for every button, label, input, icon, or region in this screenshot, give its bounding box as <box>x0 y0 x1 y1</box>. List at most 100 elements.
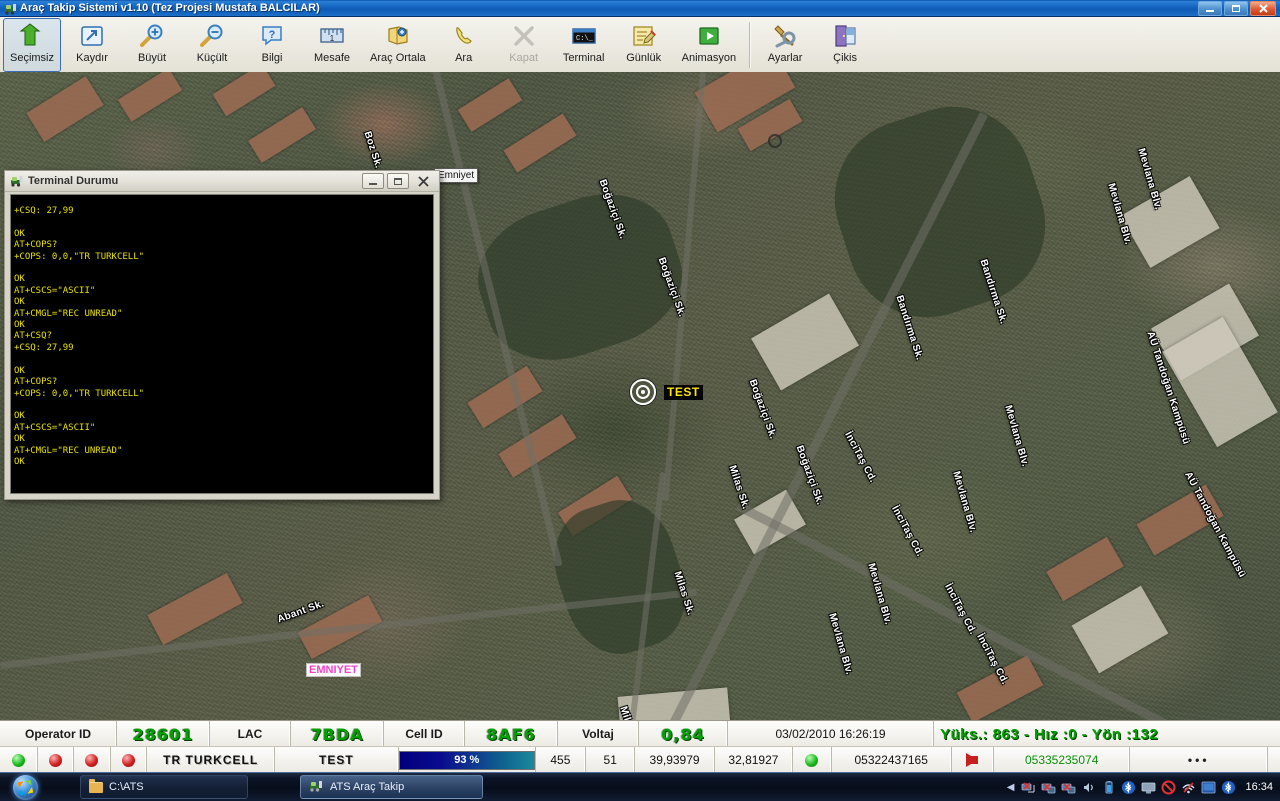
network-disconnected-icon[interactable] <box>1021 780 1036 795</box>
toolbar-button-arac-ortala[interactable]: Araç Ortala <box>363 18 433 72</box>
status-spare-cell <box>1268 747 1280 773</box>
vehicle-marker-target[interactable] <box>630 379 656 405</box>
display-icon[interactable] <box>1201 780 1216 795</box>
value-num2: 51 <box>586 747 636 773</box>
toolbar-button-gunluk[interactable]: Günlük <box>615 18 673 72</box>
windows-start-orb-icon <box>12 774 38 800</box>
led-indicator-2 <box>38 747 75 773</box>
system-tray: ◀ 16:34 <box>1007 780 1280 795</box>
hangup-icon <box>511 21 537 51</box>
more-options-cell[interactable]: ••• <box>1130 747 1268 773</box>
battery-icon[interactable] <box>1101 780 1116 795</box>
network-disconnected-icon[interactable] <box>1061 780 1076 795</box>
toolbar-button-mesafe[interactable]: 1 Mesafe <box>303 18 361 72</box>
poi-label-emniyet[interactable]: Emniyet <box>434 168 479 183</box>
vehicle-name-text: TEST <box>319 753 354 767</box>
signal-progress-bar: 93 % <box>398 750 535 770</box>
lac-text: 7BDA <box>310 724 364 744</box>
toolbar-label: Seçimsiz <box>10 52 55 64</box>
taskbar-item-label: ATS Araç Takip <box>330 781 405 793</box>
vehicle-marker-label[interactable]: TEST <box>664 385 703 400</box>
exit-icon <box>832 21 858 51</box>
signal-percent-text: 93 % <box>454 754 480 766</box>
operator-id-value: 28601 <box>117 721 210 747</box>
info-icon: ? <box>259 21 285 51</box>
ruler-icon: 1 <box>319 21 345 51</box>
direction-arrow-cell <box>952 747 994 773</box>
close-button[interactable] <box>1250 0 1276 16</box>
toolbar-label: Büyüt <box>137 52 167 64</box>
terminal-output-area[interactable]: +CSQ: 27,99 OK AT+COPS? +COPS: 0,0,"TR T… <box>10 194 434 494</box>
vehicle-name-cell: TEST <box>275 747 399 773</box>
network-disconnected-icon[interactable] <box>1041 780 1056 795</box>
longitude-value: 32,81927 <box>715 747 794 773</box>
toolbar-button-animasyon[interactable]: Animasyon <box>675 18 743 72</box>
wireless-icon[interactable] <box>1181 780 1196 795</box>
toolbar-label: Ayarlar <box>767 52 803 64</box>
show-hidden-arrow-icon[interactable]: ◀ <box>1007 782 1015 793</box>
datetime-display: 03/02/2010 16:26:19 <box>728 721 934 747</box>
svg-text:?: ? <box>269 29 276 41</box>
terminal-restore-button[interactable] <box>387 173 409 189</box>
toolbar-button-bilgi[interactable]: ? Bilgi <box>243 18 301 72</box>
toolbar-button-kaydir[interactable]: Kaydır <box>63 18 121 72</box>
taskbar-clock[interactable]: 16:34 <box>1245 781 1273 793</box>
main-toolbar: Seçimsiz Kaydır Büyüt Küçült ? Bilgi 1 M… <box>0 17 1280 74</box>
center-vehicle-icon <box>385 21 411 51</box>
terminal-window-title: Terminal Durumu <box>28 175 119 187</box>
toolbar-label: Animasyon <box>681 52 737 64</box>
window-controls <box>1198 0 1278 16</box>
led-indicator-3 <box>74 747 111 773</box>
bluetooth-icon[interactable] <box>1221 780 1236 795</box>
toolbar-button-buyut[interactable]: Büyüt <box>123 18 181 72</box>
sound-icon[interactable] <box>1081 780 1096 795</box>
voltaj-value: 0,84 <box>639 721 728 747</box>
operator-id-text: 28601 <box>132 724 194 744</box>
toolbar-button-terminal[interactable]: C:\_ Terminal <box>555 18 613 72</box>
map-circle-mark <box>768 134 782 148</box>
terminal-status-window[interactable]: Terminal Durumu +CSQ: 27,99 OK AT+COPS? … <box>4 170 440 500</box>
terminal-window-titlebar[interactable]: Terminal Durumu <box>5 171 439 192</box>
monitor-icon[interactable] <box>1141 780 1156 795</box>
poi-label-emniyet-pink[interactable]: EMNIYET <box>306 663 361 677</box>
maximize-button[interactable] <box>1224 0 1248 16</box>
start-button[interactable] <box>2 774 48 800</box>
toolbar-button-kapat[interactable]: Kapat <box>495 18 553 72</box>
toolbar-button-ayarlar[interactable]: Ayarlar <box>756 18 814 72</box>
minimize-button[interactable] <box>1198 0 1222 16</box>
toolbar-label: Küçült <box>196 52 228 64</box>
toolbar-button-ara[interactable]: Ara <box>435 18 493 72</box>
zoom-in-icon <box>139 21 165 51</box>
operator-id-label: Operator ID <box>0 721 117 747</box>
gps-led-indicator <box>793 747 832 773</box>
blocked-icon[interactable] <box>1161 780 1176 795</box>
taskbar-item-explorer[interactable]: C:\ATS <box>80 775 248 799</box>
status-bar-secondary: TR TURKCELL TEST 93 % 455 51 39,93979 32… <box>0 746 1280 773</box>
toolbar-label: Ara <box>455 52 473 64</box>
operator-name-text: TR TURKCELL <box>163 753 259 767</box>
play-icon <box>696 21 722 51</box>
arrow-cursor-icon <box>19 21 45 51</box>
zoom-out-icon <box>199 21 225 51</box>
terminal-close-button[interactable] <box>412 174 434 188</box>
terminal-minimize-button[interactable] <box>362 173 384 189</box>
toolbar-button-cikis[interactable]: Çikis <box>816 18 874 72</box>
toolbar-button-secimsiz[interactable]: Seçimsiz <box>3 18 62 72</box>
lac-value: 7BDA <box>291 721 384 747</box>
terminal-window-icon <box>10 174 24 188</box>
signal-strength-cell: 93 % <box>398 747 536 773</box>
toolbar-button-kucult[interactable]: Küçült <box>183 18 241 72</box>
bluetooth-icon[interactable] <box>1121 780 1136 795</box>
status-bar-primary: Operator ID 28601 LAC 7BDA Cell ID 8AF6 … <box>0 720 1280 747</box>
window-titlebar[interactable]: Araç Takip Sistemi v1.10 (Tez Projesi Mu… <box>0 0 1280 17</box>
ellipsis-indicator: ••• <box>1187 753 1210 767</box>
window-title: Araç Takip Sistemi v1.10 (Tez Projesi Mu… <box>20 2 320 14</box>
taskbar-item-label: C:\ATS <box>109 781 144 793</box>
cell-id-value: 8AF6 <box>465 721 558 747</box>
gps-led-green-icon <box>805 753 819 767</box>
taskbar-item-ats[interactable]: ATS Araç Takip <box>300 775 483 799</box>
cell-id-text: 8AF6 <box>486 724 536 744</box>
phone-secondary-value: 05335235074 <box>994 747 1131 773</box>
tools-icon <box>772 21 798 51</box>
lac-label: LAC <box>210 721 291 747</box>
